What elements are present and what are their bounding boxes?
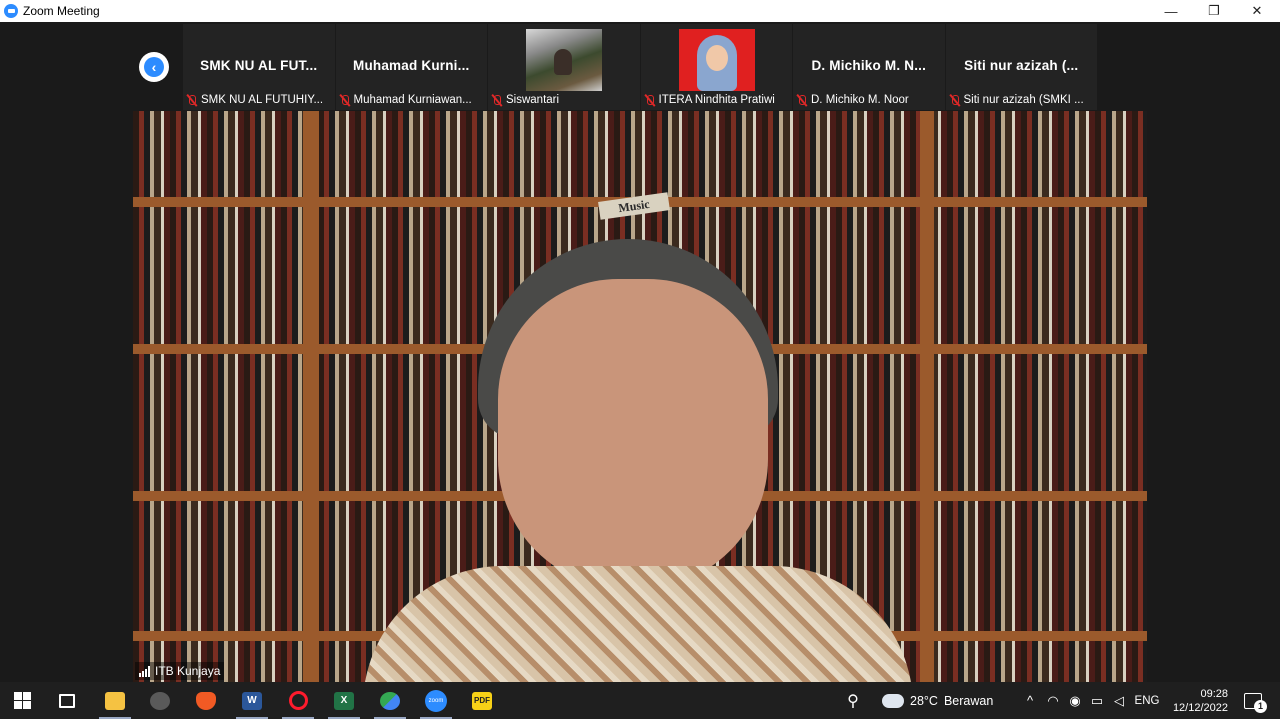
signal-strength-icon — [139, 665, 151, 677]
notification-icon: 1 — [1244, 692, 1267, 713]
participant-thumbnail[interactable]: Siti nur azizah (... Siti nur azizah (SM… — [945, 24, 1097, 110]
speaker-name: ITB Kunjaya — [155, 664, 221, 678]
input-language: ENG — [1134, 694, 1160, 707]
weather-widget[interactable]: 28°C Berawan — [882, 682, 1012, 719]
participant-name: SMK NU AL FUTUHIY... — [201, 94, 324, 106]
webcam-icon: ◉ — [1069, 692, 1081, 708]
chevron-left-icon: ‹ — [151, 59, 157, 75]
participant-name: Siswantari — [506, 94, 560, 106]
participant-name-title: D. Michiko M. N... — [811, 58, 927, 73]
globe-icon — [380, 691, 400, 710]
language-button[interactable]: ENG — [1132, 682, 1162, 719]
battery-button[interactable]: ▭ — [1087, 682, 1107, 719]
excel-icon: X — [334, 691, 354, 710]
mic-muted-icon — [490, 94, 503, 107]
taskbar-app-opera[interactable] — [278, 682, 318, 719]
pdf-reader-icon: PDF — [472, 691, 492, 710]
participant-name: D. Michiko M. Noor — [811, 94, 909, 106]
wifi-button[interactable]: ◠ — [1043, 682, 1063, 719]
participant-name-title: SMK NU AL FUT... — [200, 58, 318, 73]
zoom-logo-icon — [4, 4, 18, 18]
speaker-shirt — [363, 566, 913, 682]
bookshelf-post — [303, 111, 319, 682]
taskbar-app-brave[interactable] — [186, 682, 226, 719]
participant-label: D. Michiko M. Noor — [795, 92, 943, 108]
minimize-button[interactable]: — — [1148, 0, 1194, 22]
speaker-name-label: ITB Kunjaya — [135, 662, 225, 680]
participant-name: ITERA Nindhita Pratiwi — [658, 94, 775, 106]
clock-button[interactable]: 09:28 12/12/2022 — [1168, 682, 1228, 719]
speaker-face — [498, 279, 768, 589]
taskbar-app-word[interactable]: W — [232, 682, 272, 719]
people-icon: ⚲ — [847, 692, 859, 710]
participant-label: Muhamad Kurniawan... — [338, 92, 486, 108]
clock-date: 12/12/2022 — [1172, 701, 1228, 714]
mic-muted-icon — [185, 94, 198, 107]
device-button[interactable]: ◉ — [1065, 682, 1085, 719]
zoom-app-icon: zoom — [425, 689, 447, 712]
task-view-button[interactable] — [47, 682, 87, 719]
participant-name-title: Siti nur azizah (... — [964, 58, 1079, 73]
previous-page-button[interactable]: ‹ — [139, 52, 169, 82]
taskbar-app-maps[interactable] — [370, 682, 410, 719]
chevron-up-icon: ^ — [1026, 693, 1034, 708]
taskbar-app-excel[interactable]: X — [324, 682, 364, 719]
participant-name: Siti nur azizah (SMKI ... — [963, 94, 1084, 106]
participant-label: Siswantari — [490, 92, 638, 108]
participant-thumbnail[interactable]: D. Michiko M. N... D. Michiko M. Noor — [793, 24, 945, 110]
close-button[interactable]: ✕ — [1234, 0, 1280, 22]
mic-muted-icon — [643, 94, 656, 107]
battery-icon: ▭ — [1090, 692, 1104, 708]
meeting-area: ‹ SMK NU AL FUT... SMK NU AL FUTUHIY... … — [0, 22, 1280, 682]
brave-browser-icon — [196, 691, 216, 710]
participant-thumbnail[interactable]: ITERA Nindhita Pratiwi — [640, 24, 792, 110]
participant-label: Siti nur azizah (SMKI ... — [948, 92, 1096, 108]
wifi-icon: ◠ — [1047, 692, 1059, 708]
participant-thumbnail[interactable]: Siswantari — [488, 24, 640, 110]
taskbar-app-pdf[interactable]: PDF — [462, 682, 502, 719]
people-button[interactable]: ⚲ — [838, 682, 868, 719]
window-title: Zoom Meeting — [23, 4, 100, 18]
windows-taskbar: W X zoom PDF ⚲ 28°C Berawan ^ ◠ ◉ ▭ ◁ EN… — [0, 682, 1280, 719]
word-icon: W — [242, 691, 262, 710]
participant-thumbnail-strip: SMK NU AL FUT... SMK NU AL FUTUHIY... Mu… — [183, 24, 1097, 110]
mic-muted-icon — [948, 94, 961, 107]
partly-cloudy-icon — [882, 689, 904, 708]
bookshelf-post — [920, 111, 934, 682]
windows-logo-icon — [13, 692, 31, 709]
taskbar-app-control[interactable] — [140, 682, 180, 719]
clock-time: 09:28 — [1200, 687, 1228, 700]
mic-muted-icon — [338, 94, 351, 107]
taskbar-app-zoom[interactable]: zoom — [416, 682, 456, 719]
participant-name-title: Muhamad Kurni... — [353, 58, 470, 73]
mic-muted-icon — [795, 94, 808, 107]
active-speaker-video[interactable]: Music ITB Kunjaya — [133, 111, 1147, 682]
gamepad-icon — [150, 691, 170, 710]
participant-video — [678, 29, 755, 91]
weather-temperature: 28°C — [910, 693, 938, 708]
participant-video — [526, 29, 602, 91]
participant-label: ITERA Nindhita Pratiwi — [643, 92, 791, 108]
participant-thumbnail[interactable]: SMK NU AL FUT... SMK NU AL FUTUHIY... — [183, 24, 335, 110]
taskbar-app-file-explorer[interactable] — [95, 682, 135, 719]
volume-button[interactable]: ◁ — [1109, 682, 1129, 719]
participant-name: Muhamad Kurniawan... — [353, 94, 472, 106]
maximize-button[interactable]: ❐ — [1191, 0, 1237, 22]
notification-count-badge: 1 — [1254, 699, 1267, 713]
show-hidden-icons-button[interactable]: ^ — [1020, 682, 1040, 719]
start-button[interactable] — [2, 682, 42, 719]
weather-condition: Berawan — [943, 693, 994, 708]
participant-label: SMK NU AL FUTUHIY... — [185, 92, 333, 108]
window-title-bar: Zoom Meeting — ❐ ✕ — [0, 0, 1280, 22]
folder-icon — [105, 691, 125, 710]
task-view-icon — [59, 693, 75, 708]
speaker-icon: ◁ — [1114, 692, 1124, 708]
opera-browser-icon — [288, 691, 308, 710]
participant-thumbnail[interactable]: Muhamad Kurni... Muhamad Kurniawan... — [335, 24, 487, 110]
notification-center-button[interactable]: 1 — [1236, 682, 1270, 719]
